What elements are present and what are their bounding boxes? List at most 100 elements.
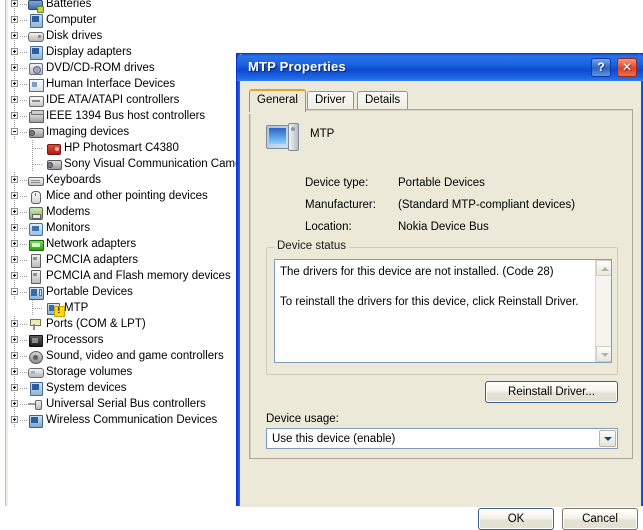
collapse-icon[interactable] xyxy=(11,128,18,135)
chevron-down-icon[interactable] xyxy=(599,430,616,447)
cancel-button[interactable]: Cancel xyxy=(562,508,638,530)
tree-child-indent xyxy=(9,300,45,316)
tree-guide-stub xyxy=(33,148,42,149)
tree-guide-stub xyxy=(20,260,27,261)
expand-icon[interactable] xyxy=(11,224,18,231)
tree-item-label: IEEE 1394 Bus host controllers xyxy=(46,110,206,122)
tree-item-label: Processors xyxy=(46,334,104,346)
dvd-drive-icon-glyph xyxy=(29,63,43,75)
device-status-box[interactable]: The drivers for this device are not inst… xyxy=(274,259,612,363)
tree-guide-stub xyxy=(20,20,27,21)
device-usage-select[interactable]: Use this device (enable) xyxy=(266,428,618,449)
tree-expander-cell xyxy=(9,188,27,204)
tree-guide-stub xyxy=(20,196,27,197)
scroll-down-button[interactable] xyxy=(596,346,611,362)
tree-expander-cell xyxy=(9,76,27,92)
collapse-icon[interactable] xyxy=(11,288,18,295)
ieee1394-icon xyxy=(27,108,44,124)
ports-icon-glyph xyxy=(29,319,41,330)
portable-device-icon xyxy=(27,284,44,300)
expand-icon[interactable] xyxy=(11,32,18,39)
expand-icon[interactable] xyxy=(11,208,18,215)
chevron-up-icon xyxy=(601,267,609,271)
expand-icon[interactable] xyxy=(11,320,18,327)
window-left-pane-edge xyxy=(6,0,8,506)
expand-icon[interactable] xyxy=(11,176,18,183)
tree-guide-stub xyxy=(20,324,27,325)
expand-icon[interactable] xyxy=(11,256,18,263)
portable-device-icon-glyph xyxy=(29,287,44,300)
property-value: Portable Devices xyxy=(398,177,485,189)
status-scrollbar[interactable] xyxy=(595,260,611,362)
scroll-up-button[interactable] xyxy=(596,260,611,276)
tree-guide-stub xyxy=(20,244,27,245)
ide-controller-icon xyxy=(27,92,44,108)
dialog-title-bar[interactable]: MTP Properties ? ✕ xyxy=(237,54,643,81)
tree-guide-stub xyxy=(20,4,27,5)
battery-icon-glyph xyxy=(28,0,44,13)
property-value: Nokia Device Bus xyxy=(398,221,489,233)
network-adapter-icon-glyph xyxy=(29,240,44,251)
expand-icon[interactable] xyxy=(11,192,18,199)
expand-icon[interactable] xyxy=(11,272,18,279)
tree-expander-cell xyxy=(9,124,27,140)
expand-icon[interactable] xyxy=(11,64,18,71)
expand-icon[interactable] xyxy=(11,240,18,247)
usb-icon xyxy=(27,396,44,412)
expand-icon[interactable] xyxy=(11,416,18,423)
tree-item-label: PCMCIA and Flash memory devices xyxy=(46,270,231,282)
hp-printer-icon xyxy=(45,140,62,156)
expand-icon[interactable] xyxy=(11,368,18,375)
expand-icon[interactable] xyxy=(11,96,18,103)
tree-item-label: DVD/CD-ROM drives xyxy=(46,62,155,74)
expand-icon[interactable] xyxy=(11,400,18,407)
expand-icon[interactable] xyxy=(11,80,18,87)
help-button[interactable]: ? xyxy=(591,58,611,77)
pcmcia-icon-glyph xyxy=(31,254,41,268)
hp-printer-icon-glyph xyxy=(47,144,61,155)
close-icon: ✕ xyxy=(621,60,633,74)
tree-expander-cell xyxy=(9,316,27,332)
expand-icon[interactable] xyxy=(11,16,18,23)
sound-icon-glyph xyxy=(29,351,43,364)
dialog-title: MTP Properties xyxy=(248,59,346,74)
expand-icon[interactable] xyxy=(11,336,18,343)
tree-item[interactable]: Batteries xyxy=(9,0,309,13)
tree-item-label: Wireless Communication Devices xyxy=(46,414,218,426)
processor-icon-glyph xyxy=(29,335,43,347)
tab-general[interactable]: General xyxy=(249,89,306,112)
device-header: MTP xyxy=(266,122,606,158)
reinstall-driver-button[interactable]: Reinstall Driver... xyxy=(485,381,618,403)
modem-icon xyxy=(27,204,44,220)
tree-guide-stub xyxy=(20,36,27,37)
expand-icon[interactable] xyxy=(11,48,18,55)
expand-icon[interactable] xyxy=(11,384,18,391)
processor-icon xyxy=(27,332,44,348)
ok-button[interactable]: OK xyxy=(478,508,554,530)
network-adapter-icon xyxy=(27,236,44,252)
property-key: Device type: xyxy=(305,177,369,189)
tree-item-label: MTP xyxy=(64,302,89,314)
expand-icon[interactable] xyxy=(11,352,18,359)
expand-icon[interactable] xyxy=(11,112,18,119)
device-status-legend: Device status xyxy=(274,240,350,252)
tab-details[interactable]: Details xyxy=(357,91,409,110)
tab-strip[interactable]: General Driver Details xyxy=(249,89,634,112)
monitor-icon-glyph xyxy=(29,223,43,236)
hid-icon xyxy=(27,76,44,92)
tree-item-label: Disk drives xyxy=(46,30,103,42)
expand-icon[interactable] xyxy=(11,0,18,7)
camera-icon xyxy=(27,124,44,140)
system-device-icon-glyph xyxy=(30,382,43,396)
tree-item[interactable]: Disk drives xyxy=(9,28,309,44)
pcmcia-icon-glyph xyxy=(31,270,41,284)
tree-guide-stub xyxy=(20,84,27,85)
tree-item-label: HP Photosmart C4380 xyxy=(64,142,179,154)
tree-item[interactable]: Computer xyxy=(9,12,309,28)
tree-guide-stub xyxy=(20,292,27,293)
tree-item-label: Portable Devices xyxy=(46,286,133,298)
ieee1394-icon-glyph xyxy=(29,110,44,123)
close-button[interactable]: ✕ xyxy=(617,58,637,77)
sound-icon xyxy=(27,348,44,364)
tab-driver[interactable]: Driver xyxy=(307,91,354,110)
